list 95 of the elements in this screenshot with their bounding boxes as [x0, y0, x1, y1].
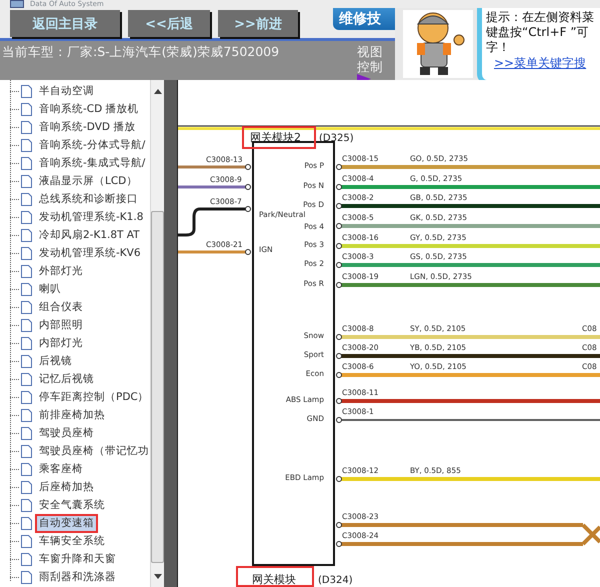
car-model-text: 当前车型：厂家:S-上海汽车(荣威)荣威7502009 — [2, 44, 280, 61]
tree-item[interactable]: 后视镜 — [35, 352, 76, 370]
document-icon — [21, 282, 32, 296]
tree-item[interactable]: 外部灯光 — [35, 262, 87, 280]
tree-item[interactable]: 后座椅加热 — [35, 478, 98, 496]
document-icon — [21, 156, 32, 170]
document-icon — [21, 192, 32, 206]
document-icon — [21, 426, 32, 440]
nav-button[interactable]: >>前进 — [218, 10, 298, 37]
tree-item[interactable]: 车窗升降和天窗 — [35, 550, 120, 568]
terminal-icon — [245, 206, 251, 212]
nav-button[interactable]: <<后退 — [128, 10, 210, 37]
tree-item[interactable]: 停车距离控制（PDC） — [35, 388, 150, 406]
tree-item[interactable]: 乘客座椅 — [35, 460, 87, 478]
terminal-icon — [336, 262, 342, 268]
scroll-down-icon[interactable] — [154, 574, 162, 579]
tree-item[interactable]: 音响系统-分体式导航/ — [35, 136, 150, 154]
tree-item[interactable]: 车辆安全系统 — [35, 532, 109, 550]
terminal-icon — [336, 282, 342, 288]
terminal-icon — [336, 398, 342, 404]
terminal-icon — [245, 249, 251, 255]
terminal-icon — [336, 541, 342, 547]
tree-item[interactable]: 音响系统-集成式导航/ — [35, 154, 150, 172]
terminal-icon — [336, 334, 342, 340]
document-icon — [21, 534, 32, 548]
terminal-icon — [245, 164, 251, 170]
terminal-icon — [336, 243, 342, 249]
terminal-icon — [336, 223, 342, 229]
tree-item[interactable]: 喇叭 — [35, 280, 65, 298]
document-icon — [21, 264, 32, 278]
tree-item[interactable]: 冷却风扇2-K1.8T AT — [35, 226, 144, 244]
document-icon — [21, 462, 32, 476]
tip-text: 提示：在左侧资料菜 — [486, 10, 595, 25]
tree-item[interactable]: 安全气囊系统 — [35, 496, 109, 514]
scroll-up-icon[interactable] — [154, 89, 162, 94]
terminal-icon — [336, 476, 342, 482]
nav-button[interactable]: 返回主目录 — [10, 10, 120, 37]
document-icon — [21, 300, 32, 314]
terminal-icon — [336, 522, 342, 528]
tree-item[interactable]: 自动变速箱 — [35, 514, 98, 532]
keyword-search-link[interactable]: >>菜单关键字搜 — [486, 55, 600, 71]
mechanic-mascot-drawing — [403, 10, 473, 78]
tree-item[interactable]: 内部照明 — [35, 316, 87, 334]
document-icon — [21, 354, 32, 368]
scroll-thumb[interactable] — [151, 211, 164, 563]
document-icon — [21, 480, 32, 494]
document-icon — [21, 570, 32, 584]
terminal-icon — [336, 184, 342, 190]
tip-text: 键盘按“Ctrl+F ”可 — [486, 25, 590, 40]
tree-item[interactable]: 雨刮器和洗涤器 — [35, 568, 120, 586]
document-icon — [21, 228, 32, 242]
document-icon — [21, 444, 32, 458]
tree-item[interactable]: 驾驶员座椅 — [35, 424, 98, 442]
terminal-icon — [336, 372, 342, 378]
module-code: (D325) — [319, 133, 354, 144]
document-icon — [21, 102, 32, 116]
document-icon — [21, 174, 32, 188]
tree-item[interactable]: 内部灯光 — [35, 334, 87, 352]
tree-item[interactable]: 驾驶员座椅（带记忆功 — [35, 442, 150, 460]
tree-item[interactable]: 前排座椅加热 — [35, 406, 109, 424]
document-icon — [21, 210, 32, 224]
tree-item[interactable]: 发动机管理系统-KV6 — [35, 244, 145, 262]
document-icon — [21, 336, 32, 350]
document-icon — [21, 390, 32, 404]
tree-item[interactable]: 半自动空调 — [35, 82, 98, 100]
document-icon — [21, 552, 32, 566]
wire-crossing-drawing — [582, 524, 600, 546]
module-code: (D324) — [318, 575, 353, 586]
tree-item[interactable]: 音响系统-DVD 播放 — [35, 118, 140, 136]
terminal-icon — [245, 184, 251, 190]
module-title: 网关模块 — [252, 573, 296, 586]
tip-text: 字！ — [486, 40, 511, 55]
terminal-icon — [336, 203, 342, 209]
terminal-icon — [336, 164, 342, 170]
document-icon — [21, 372, 32, 386]
document-icon — [21, 84, 32, 98]
terminal-icon — [336, 417, 342, 423]
document-icon — [21, 120, 32, 134]
document-icon — [21, 138, 32, 152]
tree-item[interactable]: 液晶显示屏（LCD） — [35, 172, 142, 190]
tree-item[interactable]: 发动机管理系统-K1.8 — [35, 208, 148, 226]
terminal-icon — [336, 353, 342, 359]
view-control-label: 视图控制 — [357, 44, 383, 74]
tree-item[interactable]: 音响系统-CD 播放机 — [35, 100, 143, 118]
document-icon — [21, 246, 32, 260]
app-icon — [10, 0, 24, 8]
scrollbar[interactable] — [150, 80, 164, 587]
tree-item[interactable]: 记忆后视镜 — [35, 370, 98, 388]
document-icon — [21, 516, 32, 530]
document-icon — [21, 408, 32, 422]
tree-item[interactable]: 组合仪表 — [35, 298, 87, 316]
module-title: 网关模块2 — [250, 131, 301, 144]
document-icon — [21, 498, 32, 512]
document-icon — [21, 318, 32, 332]
tree-item[interactable]: 总线系统和诊断接口 — [35, 190, 142, 208]
